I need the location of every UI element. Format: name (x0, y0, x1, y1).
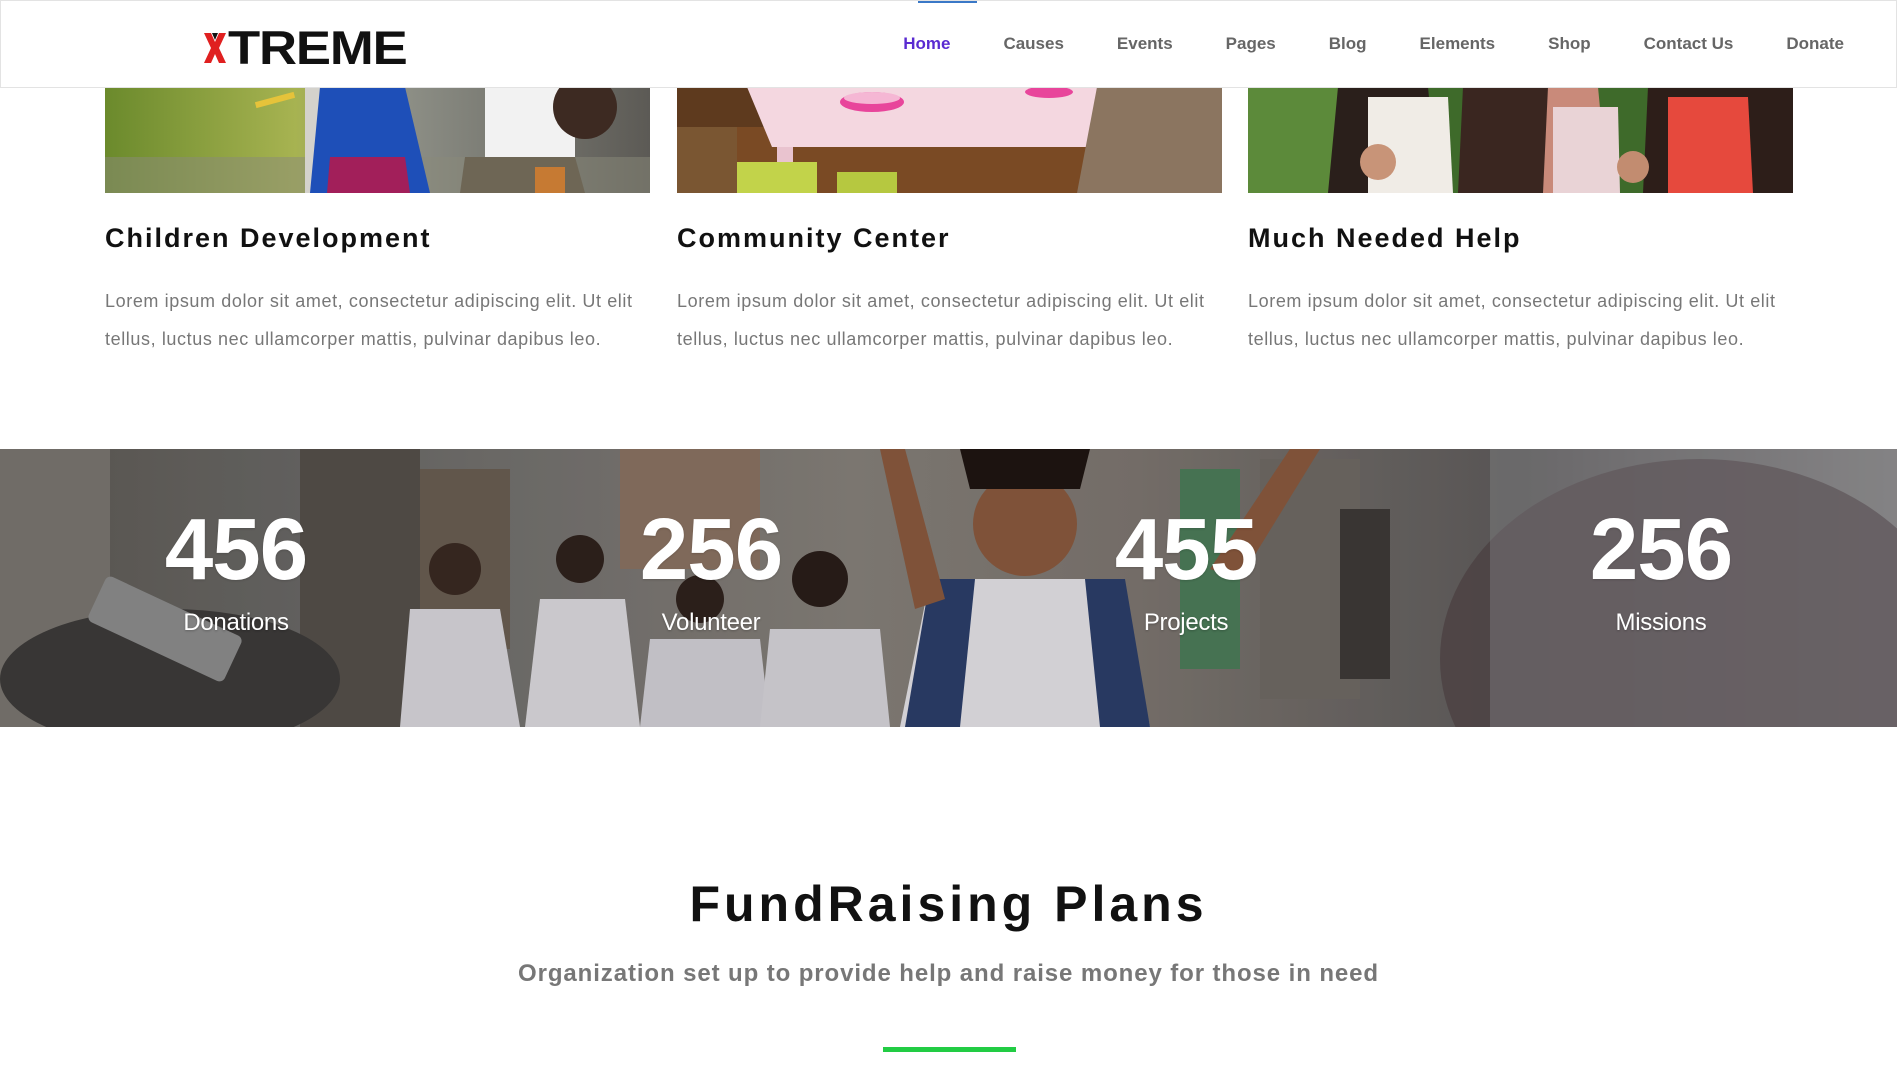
cause-card-much-needed-help: Much Needed Help Lorem ipsum dolor sit a… (1248, 87, 1793, 349)
stat-number: 456 (164, 501, 308, 598)
nav-donate[interactable]: Donate (1760, 1, 1896, 87)
cause-card-children-development: Children Development Lorem ipsum dolor s… (105, 87, 650, 349)
site-header: TREME Home Causes Events Pages Blog Elem… (0, 0, 1897, 88)
fundraising-subtitle: Organization set up to provide help and … (518, 960, 1379, 987)
nav-home[interactable]: Home (877, 1, 977, 87)
nav-events-label: Events (1116, 34, 1173, 53)
nav-events[interactable]: Events (1090, 1, 1199, 87)
nav-home-label: Home (903, 34, 951, 53)
stat-projects: 455 Projects (1036, 504, 1336, 638)
cause-description: Lorem ipsum dolor sit amet, consectetur … (105, 291, 633, 349)
nav-blog[interactable]: Blog (1302, 1, 1393, 87)
stat-number: 256 (639, 501, 783, 598)
stat-volunteer: 256 Volunteer (561, 504, 861, 638)
main-nav: Home Causes Events Pages Blog Elements S… (877, 1, 1896, 87)
stat-label: Volunteer (661, 609, 761, 636)
stat-missions: 256 Missions (1511, 504, 1811, 638)
nav-contact-us-label: Contact Us (1643, 34, 1734, 53)
nav-blog-label: Blog (1328, 34, 1367, 53)
nav-active-indicator (917, 1, 977, 3)
cause-image-community-center[interactable] (677, 87, 1222, 193)
cause-card-community-center: Community Center Lorem ipsum dolor sit a… (677, 87, 1222, 349)
cause-title[interactable]: Community Center (677, 223, 951, 254)
nav-shop[interactable]: Shop (1522, 1, 1618, 87)
nav-donate-label: Donate (1786, 34, 1844, 53)
fundraising-title: FundRaising Plans (689, 876, 1208, 932)
nav-shop-label: Shop (1548, 34, 1591, 53)
nav-causes-label: Causes (1003, 34, 1064, 53)
cause-image-much-needed-help[interactable] (1248, 87, 1793, 193)
cause-title[interactable]: Much Needed Help (1248, 223, 1522, 254)
logo-x-mark-icon (204, 33, 226, 63)
logo-text: TREME (228, 21, 408, 74)
cause-title[interactable]: Children Development (105, 223, 432, 254)
cause-image-children-development[interactable] (105, 87, 650, 193)
nav-pages-label: Pages (1225, 34, 1276, 53)
stat-label: Missions (1615, 609, 1707, 636)
stat-number: 256 (1589, 501, 1733, 598)
stat-donations: 456 Donations (86, 504, 386, 638)
cause-description: Lorem ipsum dolor sit amet, consectetur … (1248, 291, 1776, 349)
nav-elements-label: Elements (1419, 34, 1496, 53)
nav-causes[interactable]: Causes (977, 1, 1090, 87)
stats-banner: 456 Donations 256 Volunteer 455 Projects… (0, 449, 1897, 727)
stat-label: Donations (183, 609, 289, 636)
fundraising-divider (883, 1047, 1016, 1052)
cause-description: Lorem ipsum dolor sit amet, consectetur … (677, 291, 1205, 349)
nav-contact-us[interactable]: Contact Us (1617, 1, 1760, 87)
stat-number: 455 (1114, 501, 1258, 598)
nav-pages[interactable]: Pages (1199, 1, 1302, 87)
stat-label: Projects (1143, 609, 1229, 636)
site-logo[interactable]: TREME (204, 24, 408, 71)
nav-elements[interactable]: Elements (1393, 1, 1522, 87)
